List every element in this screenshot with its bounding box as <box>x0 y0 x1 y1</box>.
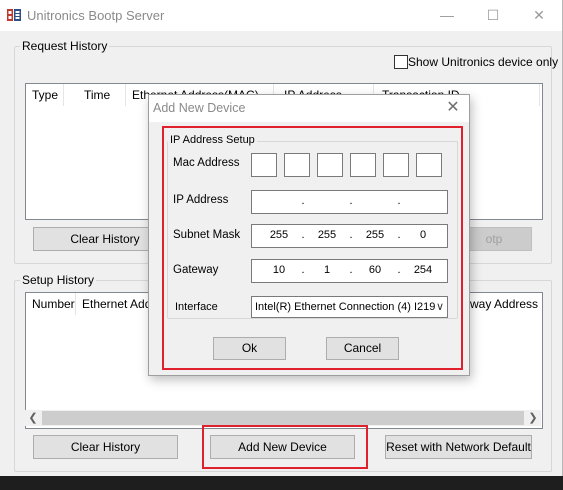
cancel-button[interactable]: Cancel <box>326 337 399 360</box>
mac-octet-2[interactable] <box>284 153 310 177</box>
scroll-left-icon[interactable]: ❮ <box>25 410 41 426</box>
gateway-dot-3: . <box>397 264 401 276</box>
subnet-mask-label: Subnet Mask <box>173 229 241 241</box>
column-header-time[interactable]: Time <box>64 84 126 106</box>
mac-octet-5[interactable] <box>383 153 409 177</box>
highlight-add-new-device <box>202 425 368 469</box>
request-history-label: Request History <box>20 39 110 53</box>
interface-label: Interface <box>175 301 218 313</box>
subnet-mask-field[interactable]: 255 . 255 . 255 . 0 <box>251 224 448 248</box>
interface-value: Intel(R) Ethernet Connection (4) I219 <box>255 301 436 313</box>
gateway-octet-4[interactable]: 254 <box>408 264 438 276</box>
ok-button[interactable]: Ok <box>213 337 286 360</box>
gateway-label: Gateway <box>173 264 219 276</box>
ip-dot-3: . <box>397 195 401 207</box>
setup-clear-history-button[interactable]: Clear History <box>33 435 178 459</box>
window-title: Unitronics Bootp Server <box>27 8 165 23</box>
ip-dot-1: . <box>301 195 305 207</box>
ip-address-setup-label: IP Address Setup <box>168 134 257 146</box>
subnet-octet-2[interactable]: 255 <box>312 229 342 241</box>
setup-history-label: Setup History <box>20 273 97 287</box>
mac-octet-4[interactable] <box>350 153 376 177</box>
close-button[interactable]: ✕ <box>516 0 562 31</box>
dialog-title-bar: Add New Device ✕ <box>149 95 469 122</box>
mac-octet-6[interactable] <box>416 153 442 177</box>
ip-address-field[interactable]: . . . <box>251 190 448 214</box>
show-unitronics-only-checkbox[interactable] <box>394 55 408 69</box>
interface-select[interactable]: Intel(R) Ethernet Connection (4) I219 ∨ <box>251 296 448 318</box>
add-new-device-dialog: Add New Device ✕ IP Address Setup Mac Ad… <box>148 94 470 376</box>
show-unitronics-only-label: Show Unitronics device only <box>408 55 559 69</box>
mac-octet-1[interactable] <box>251 153 277 177</box>
mac-octet-3[interactable] <box>317 153 343 177</box>
gateway-octet-1[interactable]: 10 <box>264 264 294 276</box>
subnet-octet-3[interactable]: 255 <box>360 229 390 241</box>
ip-dot-2: . <box>349 195 353 207</box>
subnet-octet-4[interactable]: 0 <box>408 229 438 241</box>
subnet-dot-2: . <box>349 229 353 241</box>
gateway-dot-1: . <box>301 264 305 276</box>
gateway-field[interactable]: 10 . 1 . 60 . 254 <box>251 259 448 283</box>
subnet-dot-1: . <box>301 229 305 241</box>
gateway-octet-2[interactable]: 1 <box>312 264 342 276</box>
title-bar: Unitronics Bootp Server — ☐ ✕ <box>0 0 562 31</box>
mac-address-label: Mac Address <box>173 157 240 169</box>
column-header-type[interactable]: Type <box>26 84 64 106</box>
scroll-right-icon[interactable]: ❯ <box>525 410 541 426</box>
reset-network-default-button[interactable]: Reset with Network Default <box>385 435 532 459</box>
dialog-close-icon[interactable]: ✕ <box>443 98 463 118</box>
scrollbar-thumb[interactable] <box>42 411 524 425</box>
ip-address-label: IP Address <box>173 194 229 206</box>
maximize-button[interactable]: ☐ <box>470 0 516 31</box>
dialog-title: Add New Device <box>153 101 246 115</box>
horizontal-scrollbar[interactable]: ❮ ❯ <box>25 410 541 426</box>
subnet-octet-1[interactable]: 255 <box>264 229 294 241</box>
minimize-button[interactable]: — <box>424 0 470 31</box>
gateway-octet-3[interactable]: 60 <box>360 264 390 276</box>
app-icon <box>7 9 21 21</box>
column-header-number[interactable]: Number <box>26 293 76 315</box>
chevron-down-icon: ∨ <box>435 301 444 313</box>
subnet-dot-3: . <box>397 229 401 241</box>
gateway-dot-2: . <box>349 264 353 276</box>
